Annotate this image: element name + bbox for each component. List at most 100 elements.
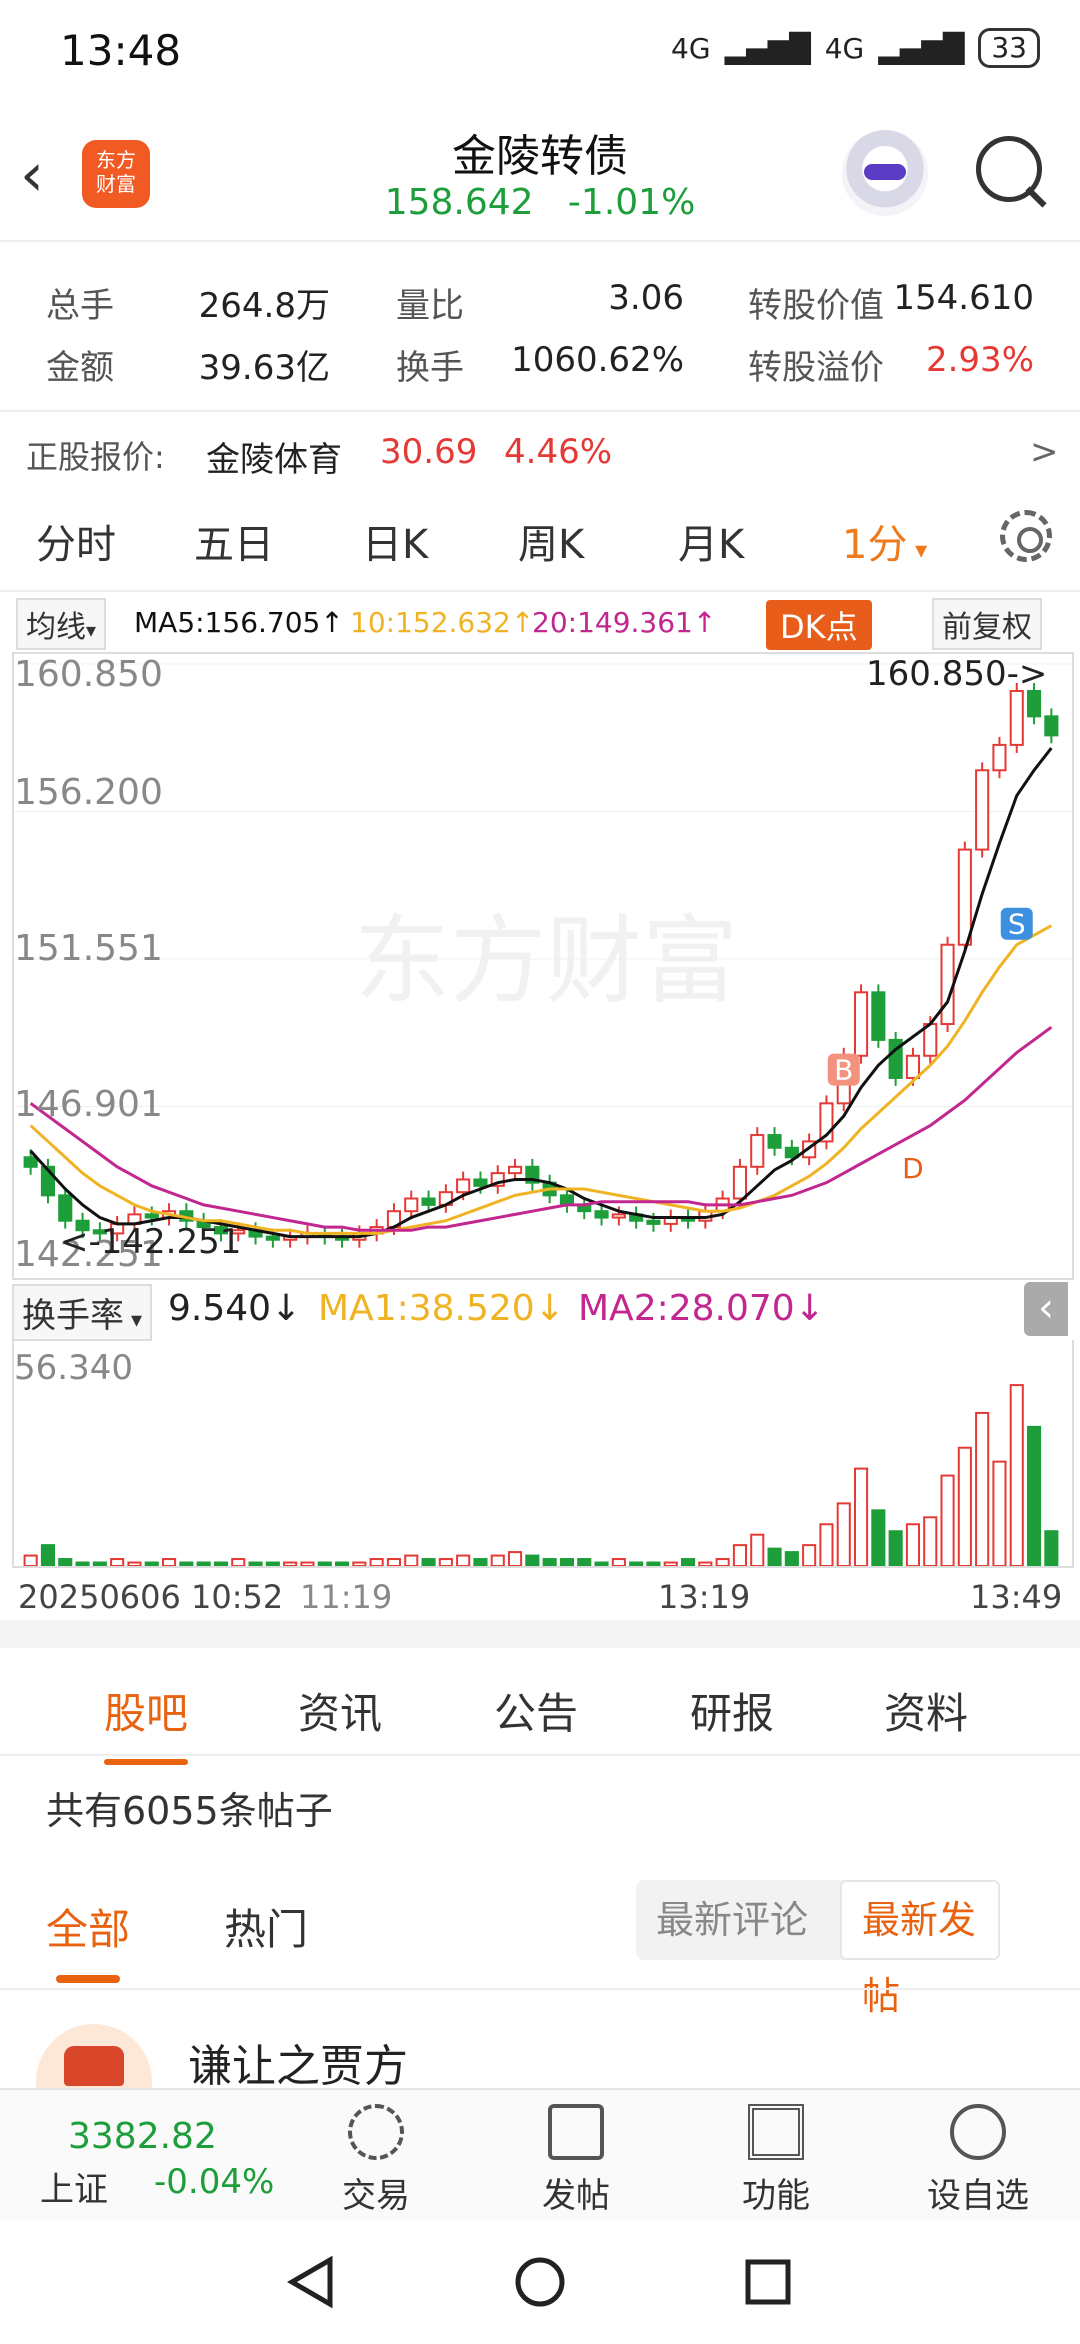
turnover-value: 9.540↓ — [168, 1288, 302, 1329]
tab-daily-k[interactable]: 日K — [362, 512, 428, 570]
turnover-chart[interactable]: 56.340 — [12, 1340, 1074, 1568]
candle-body — [1044, 715, 1059, 737]
tab-1min-label: 1分 — [842, 522, 908, 568]
turnover-bar — [940, 1474, 955, 1566]
info-label: 转股价值 — [748, 286, 884, 326]
quote-info: 总手 264.8万 量比 3.06 转股价值 154.610 金额 39.63亿… — [0, 240, 1080, 492]
yuan-icon — [348, 2104, 404, 2160]
post-username[interactable]: 谦让之贾方 — [188, 2030, 408, 2094]
turnover-bar — [283, 1561, 298, 1566]
functions-button[interactable]: 功能 — [706, 2090, 846, 2220]
turnover-bar — [127, 1561, 142, 1566]
turnover-bar — [23, 1554, 38, 1566]
turnover-bar — [663, 1561, 678, 1566]
candle-body — [594, 1210, 609, 1219]
turnover-bar — [58, 1558, 73, 1566]
dropdown-triangle-icon: ▾ — [907, 536, 928, 564]
divider — [0, 1988, 1080, 1990]
tab-announcements[interactable]: 公告 — [494, 1680, 578, 1741]
underlying-label: 正股报价: — [26, 438, 165, 476]
time-label: 11:19 — [300, 1578, 393, 1616]
turnover-bar — [732, 1544, 748, 1566]
sort-toggle: 最新评论 最新发帖 — [636, 1880, 1000, 2018]
tab-1min[interactable]: 1分 ▾ — [842, 512, 927, 570]
post-count: 共有6055条帖子 — [46, 1789, 333, 1833]
trade-button[interactable]: 交易 — [306, 2090, 446, 2220]
tab-monthly-k[interactable]: 月K — [678, 512, 744, 570]
index-value: 3382.82 — [68, 2116, 217, 2157]
turnover-bar — [871, 1509, 886, 1566]
turnover-bar — [386, 1558, 402, 1566]
turnover-bar — [836, 1502, 851, 1566]
tab-guba[interactable]: 股吧 — [104, 1680, 189, 1765]
adjust-mode-button[interactable]: 前复权 — [932, 598, 1042, 650]
turnover-bar — [75, 1561, 90, 1566]
nav-back-icon[interactable] — [287, 2255, 333, 2309]
search-icon[interactable] — [976, 136, 1042, 202]
ma-selector[interactable]: 均线▾ — [16, 598, 107, 650]
info-label: 总手 — [46, 286, 114, 326]
index-name: 上证 — [40, 2170, 108, 2210]
turnover-bar — [456, 1554, 471, 1566]
kline-chart[interactable]: 东方财富 B S D 160.850 156.200 151.551 146.901… — [12, 652, 1074, 1280]
turnover-bar — [473, 1558, 488, 1566]
turnover-bar — [352, 1561, 367, 1566]
bottom-nav: 3382.82 上证 -0.04% 交易 发帖 功能 设自选 — [0, 2088, 1080, 2220]
index-ticker[interactable]: 3382.82 上证 -0.04% — [30, 2090, 290, 2220]
signal-icon: ▂▄▆█ — [724, 31, 811, 65]
chart-period-tabs: 分时 五日 日K 周K 月K 1分 ▾ — [0, 490, 1080, 592]
candle-body — [265, 1235, 280, 1241]
dk-point-button[interactable]: DK点 — [766, 600, 872, 650]
turnover-ma1: MA1:38.520↓ — [318, 1288, 565, 1329]
turnover-bar — [559, 1558, 575, 1566]
candle-body — [507, 1165, 523, 1175]
sort-latest-post[interactable]: 最新发帖 — [840, 1880, 1000, 2018]
candle-body — [1026, 689, 1042, 718]
candle-body — [957, 848, 972, 946]
underlying-name: 金陵体育 — [206, 440, 342, 480]
assistant-robot-icon[interactable] — [842, 130, 928, 216]
turnover-bar — [334, 1561, 350, 1566]
turnover-bar — [1009, 1384, 1024, 1566]
collapse-chevron-icon[interactable]: ‹ — [1024, 1282, 1068, 1336]
candle-body — [732, 1165, 748, 1200]
nav-home-icon[interactable] — [515, 2257, 565, 2307]
turnover-bar — [438, 1558, 453, 1566]
turnover-bar — [317, 1561, 332, 1566]
time-axis: 20250606 10:52 11:19 13:19 13:49 — [0, 1570, 1080, 1618]
settings-gear-icon[interactable] — [1000, 510, 1052, 562]
turnover-svg — [23, 1384, 1059, 1566]
underlying-stock-row[interactable]: 正股报价: 金陵体育 30.69 4.46% > — [0, 410, 1080, 492]
tab-research[interactable]: 研报 — [690, 1680, 774, 1741]
functions-label: 功能 — [742, 2176, 810, 2216]
turnover-bar — [957, 1446, 972, 1566]
more-dots-icon — [950, 2104, 1006, 2160]
turnover-bar — [975, 1411, 990, 1566]
y-tick-label: 151.551 — [14, 928, 163, 969]
candle-body — [750, 1134, 765, 1168]
add-watchlist-button[interactable]: 设自选 — [908, 2090, 1048, 2220]
post-button[interactable]: 发帖 — [506, 2090, 646, 2220]
tab-five-day[interactable]: 五日 — [194, 512, 274, 570]
filter-all[interactable]: 全部 — [46, 1896, 130, 1983]
turnover-bar — [507, 1551, 523, 1566]
filter-hot[interactable]: 热门 — [224, 1896, 308, 1957]
turnover-ma2: MA2:28.070↓ — [578, 1288, 825, 1329]
sort-latest-comment[interactable]: 最新评论 — [636, 1880, 828, 1960]
time-label: 20250606 10:52 — [18, 1578, 284, 1616]
community-tabs: 股吧 资讯 公告 研报 资料 — [0, 1648, 1080, 1765]
nav-recents-icon[interactable] — [745, 2259, 791, 2305]
info-label: 转股溢价 — [748, 348, 884, 388]
turnover-bar — [680, 1558, 696, 1566]
clock: 13:48 — [60, 26, 182, 75]
turnover-selector[interactable]: 换手率 ▾ — [12, 1284, 153, 1341]
turnover-bar — [179, 1561, 194, 1566]
tab-news[interactable]: 资讯 — [298, 1680, 382, 1741]
tab-profile[interactable]: 资料 — [884, 1680, 968, 1741]
turnover-bar — [300, 1561, 315, 1566]
tab-weekly-k[interactable]: 周K — [518, 512, 584, 570]
tab-timeshare[interactable]: 分时 — [36, 512, 116, 570]
turnover-bar — [110, 1558, 125, 1566]
ma10-legend: 10:152.632↑ — [350, 606, 535, 639]
y-tick-label: 160.850 — [14, 654, 163, 695]
